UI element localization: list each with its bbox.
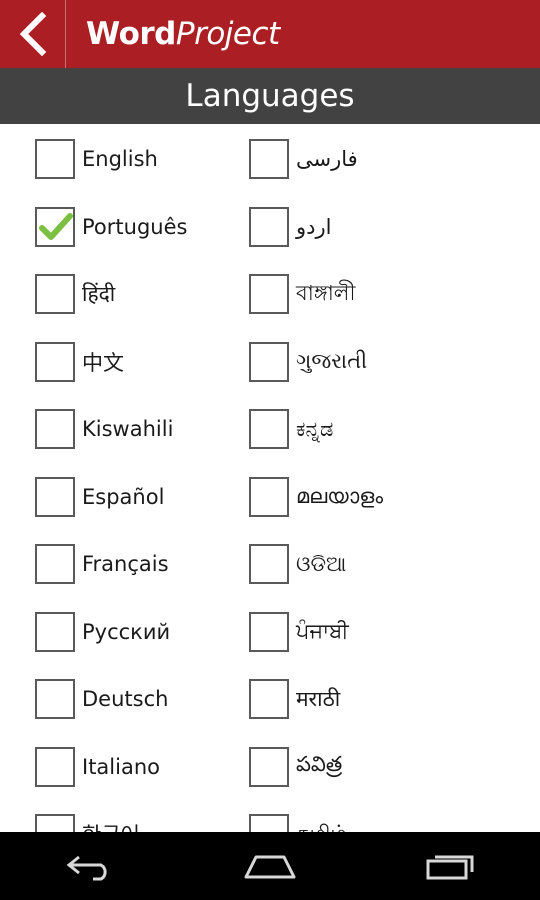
language-checkbox[interactable]	[35, 544, 75, 584]
language-checkbox[interactable]	[249, 476, 289, 517]
language-label: ಕನ್ನಡ	[296, 416, 334, 441]
language-label: Italiano	[82, 754, 160, 779]
language-label: Español	[82, 484, 165, 509]
language-checkbox[interactable]	[249, 341, 289, 382]
language-list[interactable]: English Português हिंदी 中文 Kiswahili Español F…	[0, 124, 540, 832]
chevron-left-icon	[19, 12, 46, 56]
language-checkbox[interactable]	[249, 611, 289, 652]
language-checkbox[interactable]	[35, 611, 75, 652]
language-checkbox[interactable]	[249, 139, 289, 179]
language-label: Português	[82, 214, 188, 239]
language-checkbox[interactable]	[35, 476, 75, 517]
language-option[interactable]: മലയാളം	[249, 476, 529, 517]
language-option[interactable]: فارسی	[249, 139, 529, 179]
language-option[interactable]: ಕನ್ನಡ	[249, 409, 529, 449]
language-option[interactable]: Kiswahili	[35, 409, 240, 449]
system-nav-bar	[0, 832, 540, 900]
back-button[interactable]	[0, 0, 66, 68]
language-option[interactable]: தமிழ்	[249, 814, 529, 832]
home-icon	[244, 855, 296, 879]
app-bar: WordProject	[0, 0, 540, 68]
language-checkbox[interactable]	[249, 814, 289, 832]
language-option[interactable]: Français	[35, 544, 240, 584]
language-checkbox[interactable]	[35, 679, 75, 719]
back-arrow-icon	[66, 855, 107, 881]
language-option[interactable]: English	[35, 139, 240, 179]
language-label: పవిత్ర	[296, 751, 343, 776]
language-checkbox[interactable]	[35, 746, 75, 787]
language-option[interactable]: Español	[35, 476, 240, 517]
language-label: Kiswahili	[82, 417, 174, 441]
page-title: Languages	[0, 68, 540, 124]
language-label: English	[82, 147, 158, 171]
language-label: Русский	[82, 619, 171, 644]
language-option[interactable]: हिंदी	[35, 274, 240, 314]
nav-recent-button[interactable]	[405, 832, 495, 900]
nav-home-button[interactable]	[225, 832, 315, 900]
language-label: മലയാളം	[296, 484, 384, 508]
language-label: Deutsch	[82, 687, 169, 711]
language-option[interactable]: ગુજરાતી	[249, 341, 529, 382]
language-label: اردو	[296, 214, 332, 239]
language-label: मराठी	[296, 687, 341, 711]
language-label: ਪੰਜਾਬੀ	[296, 619, 349, 643]
language-label: 中文	[82, 350, 124, 375]
language-checkbox[interactable]	[35, 274, 75, 314]
language-checkbox[interactable]	[35, 409, 75, 449]
language-option[interactable]: Русский	[35, 611, 240, 652]
language-option[interactable]: Deutsch	[35, 679, 240, 719]
language-checkbox[interactable]	[249, 544, 289, 584]
language-checkbox[interactable]	[249, 746, 289, 787]
language-option[interactable]: ଓଡିଆ	[249, 544, 529, 584]
language-label: فارسی	[296, 147, 358, 171]
language-checkbox[interactable]	[35, 341, 75, 382]
language-label: தமிழ்	[296, 821, 347, 833]
language-label: Français	[82, 552, 169, 576]
language-checkbox[interactable]	[249, 274, 289, 314]
language-option[interactable]: اردو	[249, 206, 529, 247]
language-label: বাঙ্গালী	[296, 280, 356, 305]
language-label: हिंदी	[82, 282, 116, 306]
language-option[interactable]: Italiano	[35, 746, 240, 787]
language-checkbox[interactable]	[249, 409, 289, 449]
language-option[interactable]: 中文	[35, 341, 240, 382]
language-checkbox[interactable]	[35, 814, 75, 832]
language-checkbox[interactable]	[249, 679, 289, 719]
language-option[interactable]: বাঙ্গালী	[249, 274, 529, 314]
brand-word: Word	[86, 16, 176, 52]
language-checkbox[interactable]	[35, 206, 75, 247]
language-label: 한국어	[82, 819, 140, 832]
language-checkbox[interactable]	[249, 206, 289, 247]
app-logo: WordProject	[86, 16, 280, 52]
language-label: ଓଡିଆ	[296, 551, 347, 576]
language-option[interactable]: Português	[35, 206, 240, 247]
language-checkbox[interactable]	[35, 139, 75, 179]
checkmark-icon	[39, 212, 73, 240]
language-option[interactable]: 한국어	[35, 814, 240, 832]
brand-project: Project	[175, 16, 280, 52]
language-option[interactable]: పవిత్ర	[249, 746, 529, 787]
language-option[interactable]: मराठी	[249, 679, 529, 719]
nav-back-button[interactable]	[45, 832, 135, 900]
language-label: ગુજરાતી	[296, 349, 368, 373]
language-option[interactable]: ਪੰਜਾਬੀ	[249, 611, 529, 652]
recent-apps-icon	[426, 855, 474, 880]
